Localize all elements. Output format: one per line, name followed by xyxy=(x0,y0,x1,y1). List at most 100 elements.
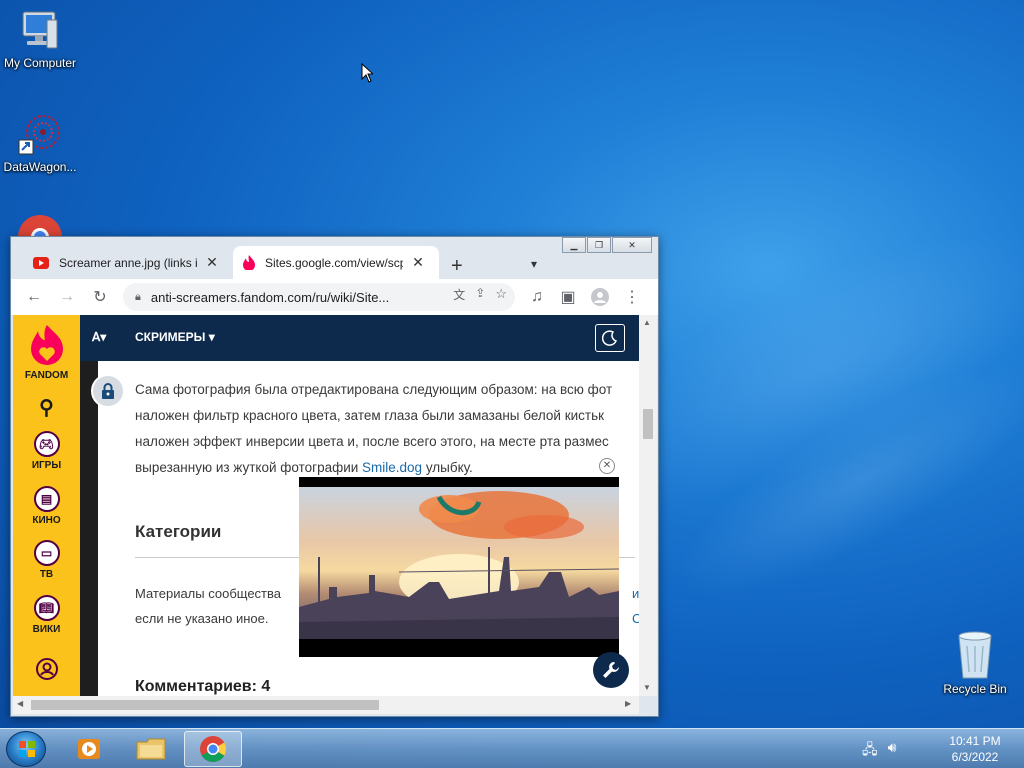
dark-mode-toggle[interactable] xyxy=(595,324,625,352)
scroll-down-arrow-icon[interactable]: ▼ xyxy=(643,683,651,692)
video-close-button[interactable]: ✕ xyxy=(599,458,615,474)
side-panel-icon[interactable]: ▣ xyxy=(557,286,579,308)
scrollbar-thumb[interactable] xyxy=(31,700,379,710)
web-page: FANDOM ⚲ 🎮︎ ИГРЫ ▤ КИНО ▭ ТВ 📖︎ ВИКИ ꓮ▾ … xyxy=(13,315,639,696)
start-button[interactable] xyxy=(6,731,46,767)
desktop-icon-label: Recycle Bin xyxy=(943,682,1007,696)
tab-close-icon[interactable]: ✕ xyxy=(205,254,219,271)
tab-fandom-active[interactable]: Sites.google.com/view/scp ✕ xyxy=(233,246,439,279)
wiki-logo-dropdown[interactable]: ꓮ▾ xyxy=(92,330,106,344)
desktop-icon-my-computer[interactable]: My Computer xyxy=(0,8,80,70)
bookmark-star-icon[interactable]: ☆ xyxy=(495,286,507,303)
new-tab-button[interactable]: + xyxy=(451,255,463,278)
book-icon: 📖︎ xyxy=(33,595,60,621)
article-text-fragment: улыбку. xyxy=(422,460,473,475)
rail-label: ВИКИ xyxy=(32,624,61,635)
moon-icon xyxy=(602,330,618,346)
user-account-icon[interactable] xyxy=(13,657,80,684)
forward-arrow-icon[interactable]: → xyxy=(56,286,78,308)
smile-dog-link[interactable]: Smile.dog xyxy=(362,460,422,475)
license-line: Материалы сообщества xyxy=(135,586,281,601)
clock-time: 10:41 PM xyxy=(949,734,1001,748)
article-line: Сама фотография была отредактирована сле… xyxy=(135,382,613,397)
browser-toolbar: ← → ↻ 🔒︎ anti-screamers.fandom.com/ru/wi… xyxy=(11,279,658,315)
recycle-bin-icon xyxy=(955,630,995,680)
fandom-sidebar: FANDOM ⚲ 🎮︎ ИГРЫ ▤ КИНО ▭ ТВ 📖︎ ВИКИ xyxy=(13,315,80,696)
media-player-icon xyxy=(78,739,100,759)
wiki-header: ꓮ▾ СКРИМЕРЫ ▾ xyxy=(80,315,639,361)
scrollbar-thumb[interactable] xyxy=(643,409,653,439)
padlock-icon xyxy=(102,383,114,399)
chrome-icon xyxy=(17,214,63,238)
video-player[interactable] xyxy=(299,477,619,657)
taskbar-media-player[interactable] xyxy=(60,731,118,767)
rail-item-tv[interactable]: ▭ ТВ xyxy=(13,540,80,580)
rail-label: ИГРЫ xyxy=(31,460,62,471)
mouse-cursor-icon xyxy=(361,63,373,83)
article-text-fragment: вырезанную из жуткой фотографии xyxy=(135,460,363,475)
comments-heading: Комментариев: 4 xyxy=(135,678,271,695)
taskbar-file-explorer[interactable] xyxy=(122,731,180,767)
tab-strip: Screamer anne.jpg (links in ✕ Sites.goog… xyxy=(11,243,658,279)
wrench-icon xyxy=(603,662,619,678)
desktop-icon-recycle-bin[interactable]: Recycle Bin xyxy=(935,630,1015,696)
tab-close-icon[interactable]: ✕ xyxy=(411,254,425,271)
desktop-icon-label: My Computer xyxy=(3,56,77,70)
system-tray: 🖧︎ 🔊︎ xyxy=(862,739,896,763)
scroll-up-arrow-icon[interactable]: ▲ xyxy=(643,318,651,327)
back-arrow-icon[interactable]: ← xyxy=(23,286,45,308)
desktop-icon-datawagon[interactable]: DataWagon... xyxy=(0,112,80,174)
taskbar: 🖧︎ 🔊︎ 10:41 PM 6/3/2022 xyxy=(0,728,1024,768)
categories-heading: Категории xyxy=(135,522,222,541)
rail-label: ТВ xyxy=(39,569,54,580)
fandom-heart-logo-icon xyxy=(30,325,63,365)
address-bar[interactable]: 🔒︎ anti-screamers.fandom.com/ru/wiki/Sit… xyxy=(123,283,515,311)
horizontal-scrollbar[interactable]: ◀ ▶ xyxy=(13,696,639,714)
tv-icon: ▭ xyxy=(33,540,60,566)
rail-item-games[interactable]: 🎮︎ ИГРЫ xyxy=(13,431,80,471)
article-line: наложен фильтр красного цвета, затем гла… xyxy=(135,408,605,423)
taskbar-chrome[interactable] xyxy=(184,731,242,767)
network-icon[interactable]: 🖧︎ xyxy=(862,739,878,763)
reload-icon[interactable]: ↻ xyxy=(89,286,111,308)
article-line: наложен эффект инверсии цвета и, после в… xyxy=(135,434,609,449)
tab-youtube[interactable]: Screamer anne.jpg (links in ✕ xyxy=(23,246,231,279)
wallpaper-streak xyxy=(648,323,1024,637)
fandom-logo[interactable]: FANDOM xyxy=(13,323,80,381)
share-icon[interactable]: ⇪ xyxy=(475,286,485,303)
lock-icon: 🔒︎ xyxy=(135,290,141,303)
scroll-left-arrow-icon[interactable]: ◀ xyxy=(17,699,23,708)
rail-item-movies[interactable]: ▤ КИНО xyxy=(13,486,80,526)
rail-item-wikis[interactable]: 📖︎ ВИКИ xyxy=(13,595,80,635)
volume-icon[interactable]: 🔊︎ xyxy=(888,739,897,763)
video-frame xyxy=(299,487,619,639)
fandom-flame-icon xyxy=(243,255,255,270)
desktop-icon-label: DataWagon... xyxy=(3,160,77,174)
license-line: если не указано иное. xyxy=(135,611,269,626)
media-control-icon[interactable]: ♫ xyxy=(526,286,548,308)
gamepad-icon: 🎮︎ xyxy=(33,431,60,457)
chevron-down-icon[interactable]: ▾ xyxy=(531,257,537,271)
lock-button[interactable] xyxy=(91,374,125,408)
clapperboard-icon: ▤ xyxy=(33,486,60,512)
taskbar-clock[interactable]: 10:41 PM 6/3/2022 xyxy=(935,733,1015,765)
profile-avatar-icon[interactable] xyxy=(589,286,611,308)
vertical-scrollbar[interactable]: ▲ ▼ xyxy=(639,315,657,696)
wrench-tools-button[interactable] xyxy=(593,652,629,688)
fandom-wordmark: FANDOM xyxy=(24,370,69,381)
computer-icon xyxy=(17,8,63,54)
datawagon-icon xyxy=(17,112,63,158)
scroll-right-arrow-icon[interactable]: ▶ xyxy=(625,699,631,708)
kebab-menu-icon[interactable]: ⋮ xyxy=(621,286,643,308)
wiki-menu-screamers[interactable]: СКРИМЕРЫ ▾ xyxy=(135,330,215,344)
windows-logo-icon xyxy=(19,741,35,757)
address-url: anti-screamers.fandom.com/ru/wiki/Site..… xyxy=(150,289,390,305)
folder-icon xyxy=(136,738,166,760)
youtube-icon xyxy=(33,256,49,269)
license-link[interactable]: и C xyxy=(632,581,639,631)
search-icon[interactable]: ⚲ xyxy=(13,395,80,420)
chrome-icon xyxy=(200,736,227,763)
translate-icon[interactable]: 文 xyxy=(453,286,465,303)
tab-title: Sites.google.com/view/scp xyxy=(265,255,403,270)
browser-window[interactable]: ▁ ❐ ✕ Screamer anne.jpg (links in ✕ Site… xyxy=(10,236,659,717)
